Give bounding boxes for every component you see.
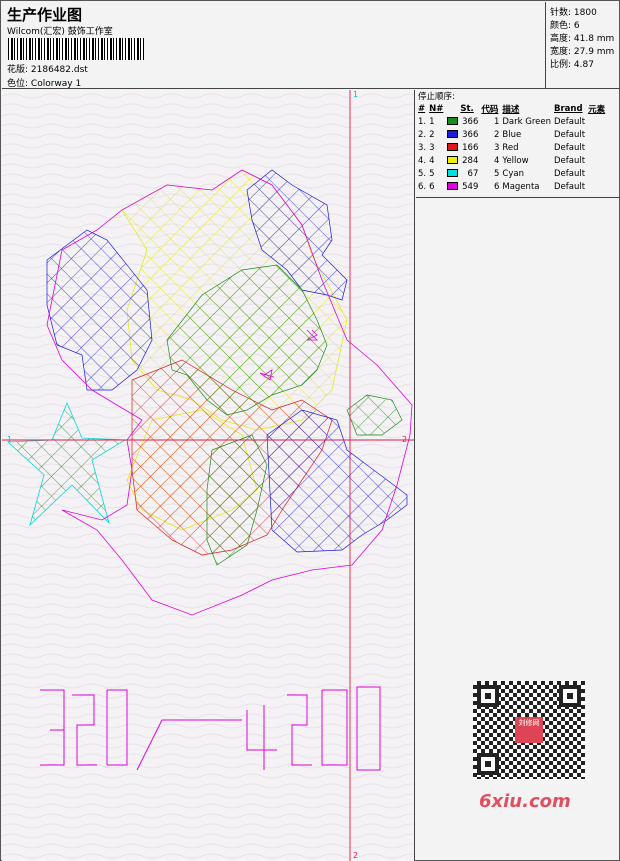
design-canvas: 1 2 1 2: [2, 90, 415, 861]
col-header: #: [418, 103, 426, 114]
company-name: Wilcom(汇宏) 鼓饰工作室: [7, 27, 113, 37]
color-code: 3: [493, 142, 500, 153]
row-index: 6.: [418, 181, 427, 192]
color-code: 5: [493, 168, 500, 179]
design-width: 宽度: 27.9 mm: [550, 47, 615, 57]
axis-mark-right: 2: [402, 435, 407, 444]
stitch-count: 284: [446, 154, 480, 167]
element: [587, 128, 608, 141]
color-code: 2: [493, 129, 500, 140]
design-height: 高度: 41.8 mm: [550, 34, 615, 44]
col-header: N#: [429, 103, 444, 114]
axis-mark-bottom: 2: [353, 851, 358, 860]
qr-finder: [559, 685, 581, 707]
colorway-value: Colorway 1: [30, 79, 82, 89]
stop-sequence-header-row: # N# St. 代码 描述 Brand 元素: [417, 102, 608, 115]
needle-number: 2: [429, 129, 435, 140]
axis-mark-left: 1: [7, 435, 12, 444]
color-swatch: [447, 169, 459, 177]
needle-number: 5: [429, 168, 435, 179]
color-description: Yellow: [502, 155, 529, 166]
col-header: Brand: [554, 103, 583, 114]
color-description: Dark Green: [502, 116, 552, 127]
pattern-file: 2186482.dst: [30, 65, 88, 75]
stitch-count: 166: [446, 141, 480, 154]
col-header: 描述: [502, 104, 520, 115]
stop-sequence-caption: 停止顺序:: [418, 92, 455, 102]
element: [587, 154, 608, 167]
stop-sequence-panel: 停止顺序: # N# St. 代码 描述 Brand 元素 1. 1 366 1 Dar…: [416, 90, 620, 198]
color-swatch: [447, 143, 459, 151]
qr-finder: [477, 753, 499, 775]
qr-finder: [477, 685, 499, 707]
color-code: 1: [493, 116, 500, 127]
color-count: 颜色: 6: [550, 21, 580, 31]
col-header: 代码: [481, 104, 499, 115]
stop-sequence-table: # N# St. 代码 描述 Brand 元素 1. 1 366 1 Dark Gree…: [417, 102, 608, 193]
axis-mark-top: 1: [353, 90, 358, 99]
pattern-info: 花版: 2186482.dst: [7, 65, 88, 75]
color-swatch: [447, 182, 459, 190]
color-description: Red: [502, 142, 519, 153]
embroidery-preview: 1 2 1 2: [2, 90, 414, 861]
color-swatch: [447, 130, 459, 138]
stop-row: 2. 2 366 2 Blue Default: [417, 128, 608, 141]
stitch-count: 366: [446, 128, 480, 141]
color-description: Blue: [502, 129, 522, 140]
qr-logo: 刘修网: [515, 717, 543, 743]
color-description: Magenta: [502, 181, 540, 192]
stitch-count: 549: [446, 180, 480, 193]
stitch-count: 366: [446, 115, 480, 128]
watermark: 6xiu.com: [479, 791, 571, 812]
stitch-count: 针数: 1800: [550, 8, 597, 18]
header-panel: 生产作业图 Wilcom(汇宏) 鼓饰工作室 花版: 2186482.dst 色…: [2, 2, 546, 89]
specs-panel: 针数: 1800 颜色: 6 高度: 41.8 mm 宽度: 27.9 mm 比…: [546, 2, 620, 89]
stop-row: 3. 3 166 3 Red Default: [417, 141, 608, 154]
needle-number: 1: [429, 116, 435, 127]
page-title: 生产作业图: [7, 6, 83, 24]
color-code: 4: [493, 155, 500, 166]
element: [587, 167, 608, 180]
needle-number: 4: [429, 155, 435, 166]
design-scale: 比例: 4.87: [550, 60, 594, 70]
element: [587, 141, 608, 154]
needle-number: 6: [429, 181, 435, 192]
color-swatch: [447, 156, 459, 164]
col-header: St.: [460, 103, 474, 114]
element: [587, 115, 608, 128]
stop-row: 1. 1 366 1 Dark Green Default: [417, 115, 608, 128]
qr-code: 刘修网: [473, 681, 585, 779]
stop-row: 4. 4 284 4 Yellow Default: [417, 154, 608, 167]
brand: Default: [554, 142, 586, 153]
brand: Default: [554, 181, 586, 192]
brand: Default: [554, 155, 586, 166]
row-index: 1.: [418, 116, 427, 127]
col-header: 元素: [588, 104, 606, 115]
stitch-count: 67: [446, 167, 480, 180]
row-index: 5.: [418, 168, 427, 179]
brand: Default: [554, 168, 586, 179]
barcode: [8, 38, 144, 60]
stop-row: 6. 6 549 6 Magenta Default: [417, 180, 608, 193]
brand: Default: [554, 129, 586, 140]
color-swatch: [447, 117, 459, 125]
row-index: 3.: [418, 142, 427, 153]
needle-number: 3: [429, 142, 435, 153]
brand: Default: [554, 116, 586, 127]
color-description: Cyan: [502, 168, 524, 179]
element: [587, 180, 608, 193]
row-index: 2.: [418, 129, 427, 140]
colorway-info: 色位: Colorway 1: [7, 79, 82, 89]
row-index: 4.: [418, 155, 427, 166]
color-code: 6: [493, 181, 500, 192]
production-worksheet: 生产作业图 Wilcom(汇宏) 鼓饰工作室 花版: 2186482.dst 色…: [0, 0, 620, 861]
stop-row: 5. 5 67 5 Cyan Default: [417, 167, 608, 180]
